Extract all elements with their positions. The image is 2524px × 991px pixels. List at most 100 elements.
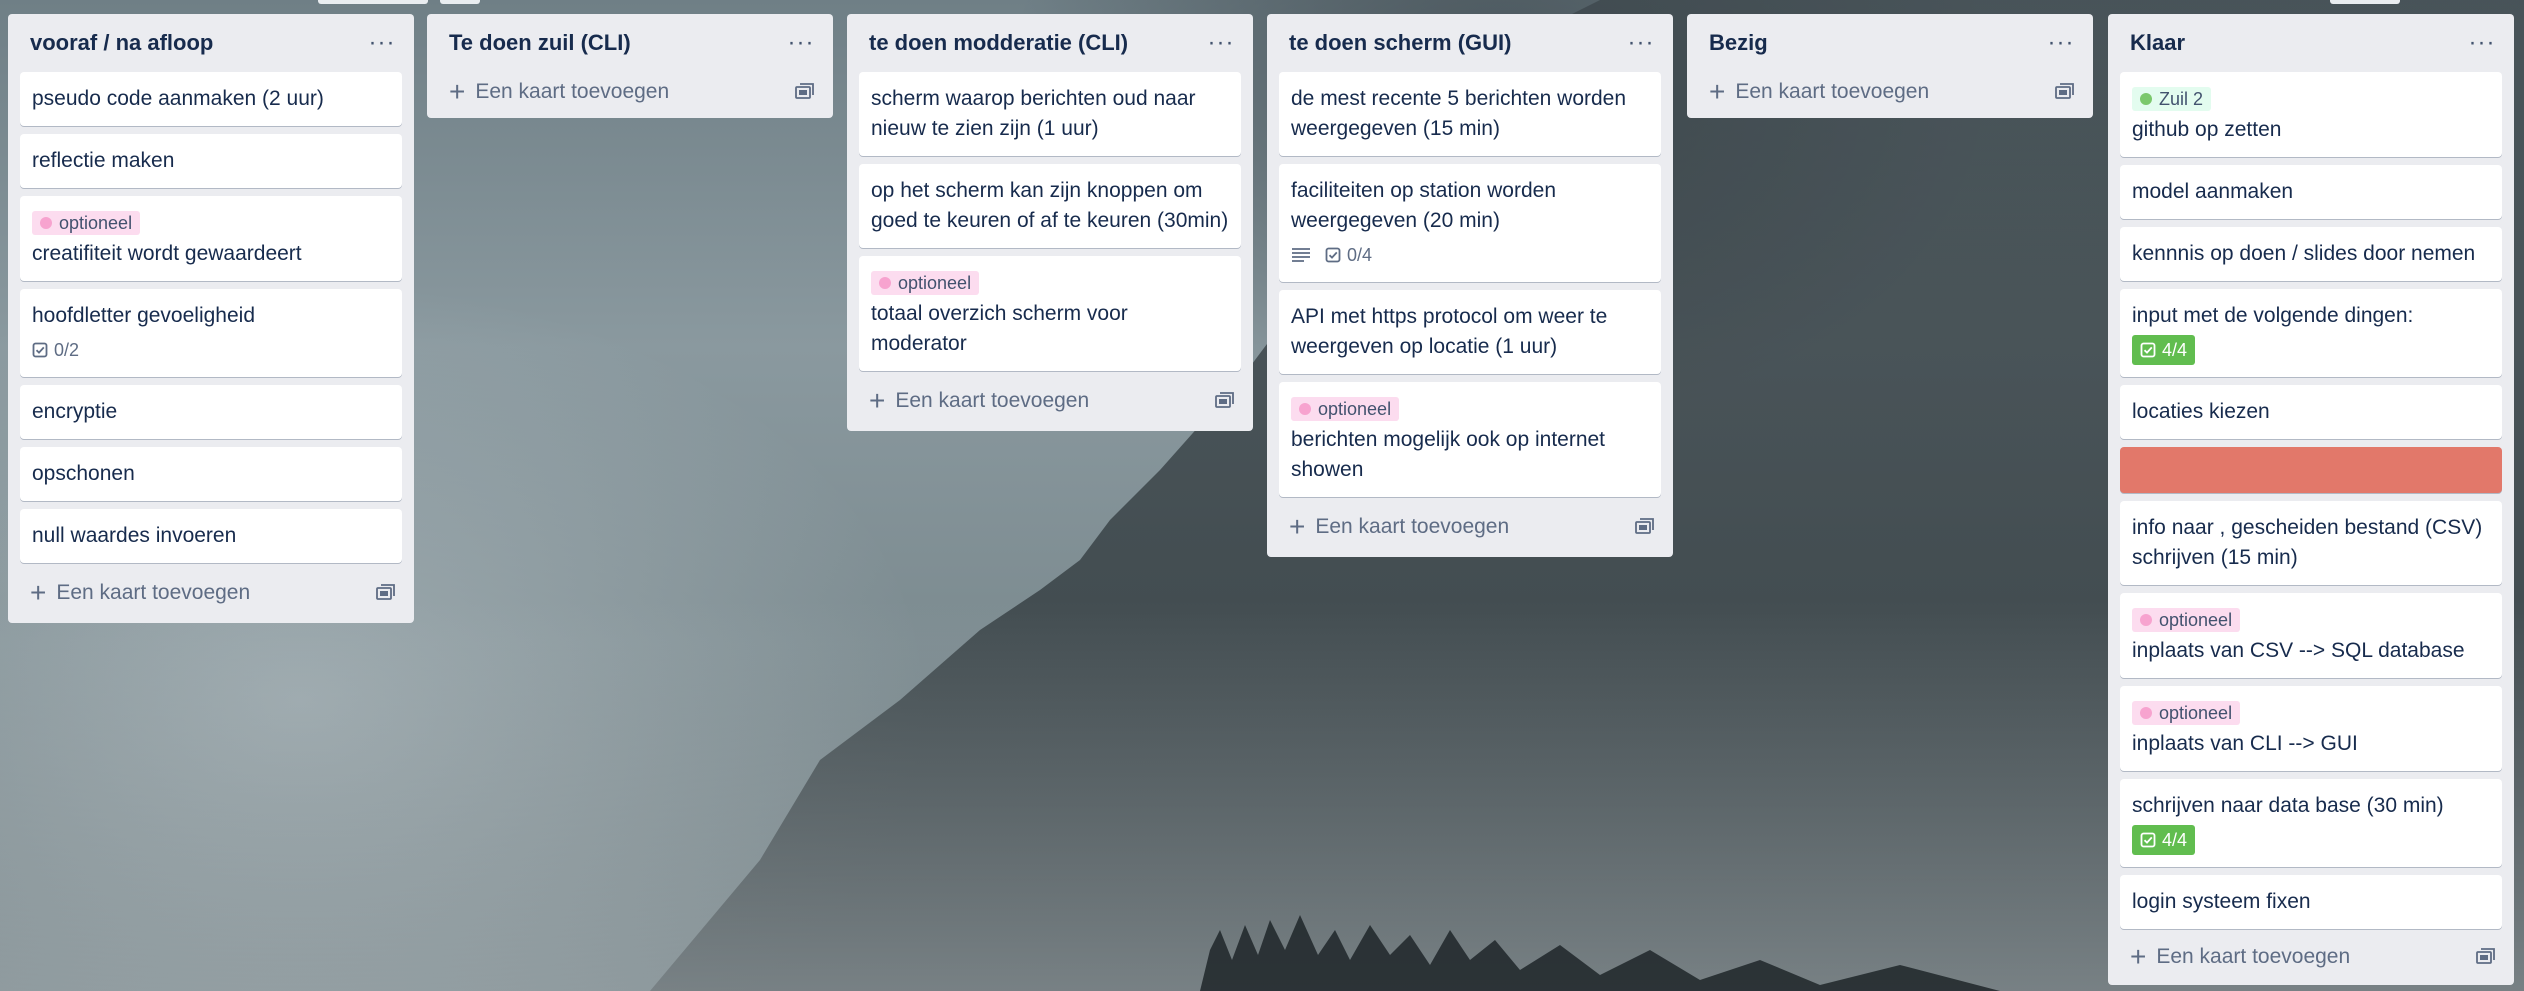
card[interactable]: optioneel berichten mogelijk ook op inter…	[1279, 382, 1661, 497]
card-title: totaal overzich scherm voor moderator	[871, 302, 1128, 355]
card[interactable]: login systeem fixen	[2120, 875, 2502, 929]
card[interactable]: input met de volgende dingen: 4/4	[2120, 289, 2502, 377]
list-menu-icon[interactable]: ···	[2041, 29, 2081, 57]
add-card-button[interactable]: + Een kaart toevoegen	[449, 78, 669, 106]
plus-icon: +	[2130, 941, 2147, 972]
card-template-icon[interactable]	[2476, 948, 2496, 966]
card-badges: 4/4	[2132, 825, 2490, 855]
list-title[interactable]: te doen modderatie (CLI)	[869, 30, 1128, 56]
plus-icon: +	[869, 385, 886, 416]
card-title: inplaats van CLI --> GUI	[2132, 732, 2358, 755]
card-title: login systeem fixen	[2132, 890, 2311, 913]
label-color-dot	[2140, 707, 2152, 719]
card[interactable]: optioneel creatifiteit wordt gewaardeert	[20, 196, 402, 281]
list-te-doen-scherm: te doen scherm (GUI) ··· de mest recente…	[1267, 14, 1673, 557]
card[interactable]: optioneel totaal overzich scherm voor mod…	[859, 256, 1241, 371]
card[interactable]: opschonen	[20, 447, 402, 501]
description-icon	[1291, 240, 1311, 270]
list-menu-icon[interactable]: ···	[1201, 29, 1241, 57]
list-menu-icon[interactable]: ···	[1621, 29, 1661, 57]
card-title: encryptie	[32, 400, 118, 423]
card[interactable]: null waardes invoeren	[20, 509, 402, 563]
card[interactable]: de mest recente 5 berichten worden weerg…	[1279, 72, 1661, 156]
card[interactable]: op het scherm kan zijn knoppen om goed t…	[859, 164, 1241, 248]
plus-icon: +	[30, 577, 47, 608]
card-label-text: optioneel	[898, 273, 972, 293]
list-vooraf-na-afloop: vooraf / na afloop ··· pseudo code aanma…	[8, 14, 414, 623]
label-color-dot	[879, 277, 891, 289]
card[interactable]: kennnis op doen / slides door nemen	[2120, 227, 2502, 281]
checklist-icon	[32, 342, 48, 358]
card-label: optioneel	[2132, 701, 2241, 725]
card-title: faciliteiten op station worden weergegev…	[1291, 179, 1556, 232]
card[interactable]: optioneel inplaats van CLI --> GUI	[2120, 686, 2502, 771]
list-menu-icon[interactable]: ···	[362, 29, 402, 57]
label-color-dot	[1299, 403, 1311, 415]
checklist-badge: 4/4	[2132, 825, 2196, 855]
checklist-count: 4/4	[2162, 340, 2188, 360]
card[interactable]: faciliteiten op station worden weergegev…	[1279, 164, 1661, 282]
card[interactable]: pseudo code aanmaken (2 uur)	[20, 72, 402, 126]
card-label-text: optioneel	[59, 213, 133, 233]
list-header: Te doen zuil (CLI) ···	[439, 14, 821, 72]
list-header: Klaar ···	[2120, 14, 2502, 72]
add-card-row: + Een kaart toevoegen	[859, 371, 1241, 431]
list-header: vooraf / na afloop ···	[20, 14, 402, 72]
card-title: schrijven naar data base (30 min)	[2132, 794, 2444, 817]
card-template-icon[interactable]	[1635, 518, 1655, 536]
add-card-label: Een kaart toevoegen	[1315, 515, 1510, 538]
card[interactable]: API met https protocol om weer te weerge…	[1279, 290, 1661, 374]
checklist-badge: 0/4	[1325, 240, 1372, 270]
add-card-button[interactable]: + Een kaart toevoegen	[869, 387, 1089, 415]
add-card-button[interactable]: + Een kaart toevoegen	[1709, 78, 1929, 106]
card[interactable]: info naar , gescheiden bestand (CSV) sch…	[2120, 501, 2502, 585]
checklist-icon	[1325, 247, 1341, 263]
card-title: null waardes invoeren	[32, 524, 237, 547]
card[interactable]: Zuil 2 github op zetten	[2120, 72, 2502, 157]
card[interactable]: schrijven naar data base (30 min) 4/4	[2120, 779, 2502, 867]
card-template-icon[interactable]	[1215, 392, 1235, 410]
add-card-row: + Een kaart toevoegen	[1699, 66, 2081, 118]
card-label: optioneel	[32, 211, 141, 235]
label-color-dot	[2140, 93, 2152, 105]
card-template-icon[interactable]	[376, 584, 396, 602]
list-te-doen-modderatie: te doen modderatie (CLI) ··· scherm waar…	[847, 14, 1253, 431]
card-color-cover[interactable]	[2120, 447, 2502, 493]
checklist-count: 4/4	[2162, 830, 2188, 850]
list-title[interactable]: Te doen zuil (CLI)	[449, 30, 631, 56]
add-card-label: Een kaart toevoegen	[895, 389, 1090, 412]
list-menu-icon[interactable]: ···	[781, 29, 821, 57]
card-template-icon[interactable]	[795, 83, 815, 101]
card-title: info naar , gescheiden bestand (CSV) sch…	[2132, 516, 2483, 569]
list-menu-icon[interactable]: ···	[2462, 29, 2502, 57]
add-card-row: + Een kaart toevoegen	[439, 66, 821, 118]
add-card-label: Een kaart toevoegen	[56, 581, 251, 604]
card-template-icon[interactable]	[2055, 83, 2075, 101]
card-label: optioneel	[871, 271, 980, 295]
card-label-text: optioneel	[2159, 703, 2233, 723]
card[interactable]: encryptie	[20, 385, 402, 439]
plus-icon: +	[449, 76, 466, 107]
card-title: github op zetten	[2132, 118, 2282, 141]
list-header: te doen modderatie (CLI) ···	[859, 14, 1241, 72]
card-list: scherm waarop berichten oud naar nieuw t…	[859, 72, 1241, 371]
card[interactable]: optioneel inplaats van CSV --> SQL databa…	[2120, 593, 2502, 678]
list-title[interactable]: Bezig	[1709, 30, 1768, 56]
card[interactable]: hoofdletter gevoeligheid 0/2	[20, 289, 402, 377]
add-card-button[interactable]: + Een kaart toevoegen	[1289, 513, 1509, 541]
plus-icon: +	[1289, 511, 1306, 542]
card-title: creatifiteit wordt gewaardeert	[32, 242, 302, 265]
card[interactable]: scherm waarop berichten oud naar nieuw t…	[859, 72, 1241, 156]
card-title: API met https protocol om weer te weerge…	[1291, 305, 1608, 358]
card[interactable]: model aanmaken	[2120, 165, 2502, 219]
card[interactable]: locaties kiezen	[2120, 385, 2502, 439]
card-title: hoofdletter gevoeligheid	[32, 304, 256, 327]
card-title: berichten mogelijk ook op internet showe…	[1291, 428, 1606, 481]
add-card-button[interactable]: + Een kaart toevoegen	[30, 579, 250, 607]
add-card-button[interactable]: + Een kaart toevoegen	[2130, 943, 2350, 971]
card-badges: 0/4	[1291, 240, 1649, 270]
list-title[interactable]: Klaar	[2130, 30, 2185, 56]
card[interactable]: reflectie maken	[20, 134, 402, 188]
list-title[interactable]: te doen scherm (GUI)	[1289, 30, 1511, 56]
list-title[interactable]: vooraf / na afloop	[30, 30, 213, 56]
